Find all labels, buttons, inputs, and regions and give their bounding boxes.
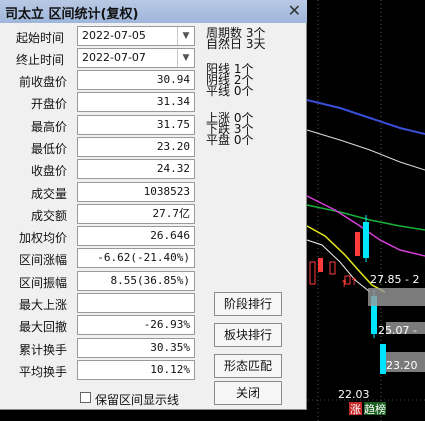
stat-value-field: 31.75 xyxy=(77,115,195,135)
interval-highlight xyxy=(368,288,425,306)
chevron-down-icon[interactable]: ▼ xyxy=(177,27,194,45)
stat-value-field: 24.32 xyxy=(77,159,195,179)
stat-label: 收盘价 xyxy=(30,164,67,178)
stat-label: 累计换手 xyxy=(18,343,67,357)
stat-label: 区间振幅 xyxy=(18,276,67,290)
stat-value-field: 27.7亿 xyxy=(77,204,195,224)
sector-rank-button[interactable]: 板块排行 xyxy=(214,323,282,347)
close-button[interactable]: 关闭 xyxy=(214,381,282,405)
natural-days: 自然日 3天 xyxy=(206,37,266,51)
interval-stats-dialog: 司太立 区间统计(复权) ✕ 起始时间 2022-07-05 ▼ 终止时间 20… xyxy=(0,0,307,410)
end-time-label: 终止时间 xyxy=(16,53,65,67)
stat-value-field: 1038523 xyxy=(77,182,195,202)
dialog-title: 司太立 区间统计(复权) xyxy=(5,7,139,22)
close-icon[interactable]: ✕ xyxy=(288,1,301,20)
start-date-value: 2022-07-05 xyxy=(82,29,146,42)
stat-value-field: 31.34 xyxy=(77,92,195,112)
stat-label: 前收盘价 xyxy=(18,75,67,89)
chevron-down-icon[interactable]: ▼ xyxy=(177,49,194,67)
pattern-match-button[interactable]: 形态匹配 xyxy=(214,354,282,378)
stat-label: 最大回撤 xyxy=(18,320,67,334)
stat-label: 开盘价 xyxy=(30,97,67,111)
start-date-select[interactable]: 2022-07-05 ▼ xyxy=(77,26,195,46)
price-label: 25.07 - xyxy=(378,324,417,337)
stat-value-field: 10.12% xyxy=(77,360,195,380)
unchanged-count: 平盘 0个 xyxy=(206,133,254,147)
candle xyxy=(363,222,369,258)
signal-arrow: ↑ xyxy=(350,277,358,288)
price-label: 27.85 - 2 xyxy=(370,273,419,286)
keep-interval-label: 保留区间显示线 xyxy=(95,393,180,407)
stat-label: 平均换手 xyxy=(18,365,67,379)
stat-value-field: 30.35% xyxy=(77,338,195,358)
stat-label: 最高价 xyxy=(30,120,67,134)
stat-label: 成交额 xyxy=(30,209,67,223)
stat-label: 最大上涨 xyxy=(18,298,67,312)
stat-value-field: -26.93% xyxy=(77,315,195,335)
signal-arrow: ↑ xyxy=(340,279,348,290)
stat-label: 区间涨幅 xyxy=(18,253,67,267)
stat-value-field: 23.20 xyxy=(77,137,195,157)
end-date-value: 2022-07-07 xyxy=(82,51,146,64)
stat-value-field xyxy=(77,293,195,313)
stage-rank-button[interactable]: 阶段排行 xyxy=(214,292,282,316)
stat-label: 加权均价 xyxy=(18,231,67,245)
price-label: 22.03 xyxy=(338,388,370,401)
stat-value-field: -6.62(-21.40%) xyxy=(77,248,195,268)
flat-line-count: 平线 0个 xyxy=(206,84,254,98)
start-time-label: 起始时间 xyxy=(16,31,65,45)
zhang-tag-text: 涨 xyxy=(350,403,361,416)
price-label: 23.20 xyxy=(386,359,418,372)
candle xyxy=(318,258,323,272)
stat-value-field: 26.646 xyxy=(77,226,195,246)
end-date-select[interactable]: 2022-07-07 ▼ xyxy=(77,48,195,68)
stat-value-field: 8.55(36.85%) xyxy=(77,271,195,291)
dialog-titlebar[interactable]: 司太立 区间统计(复权) ✕ xyxy=(0,0,307,23)
stat-label: 最低价 xyxy=(30,142,67,156)
candle xyxy=(355,232,360,256)
keep-interval-checkbox[interactable] xyxy=(80,392,91,403)
stat-label: 成交量 xyxy=(30,187,67,201)
trend-tag-text: 趋榜 xyxy=(364,402,386,416)
stat-value-field: 30.94 xyxy=(77,70,195,90)
